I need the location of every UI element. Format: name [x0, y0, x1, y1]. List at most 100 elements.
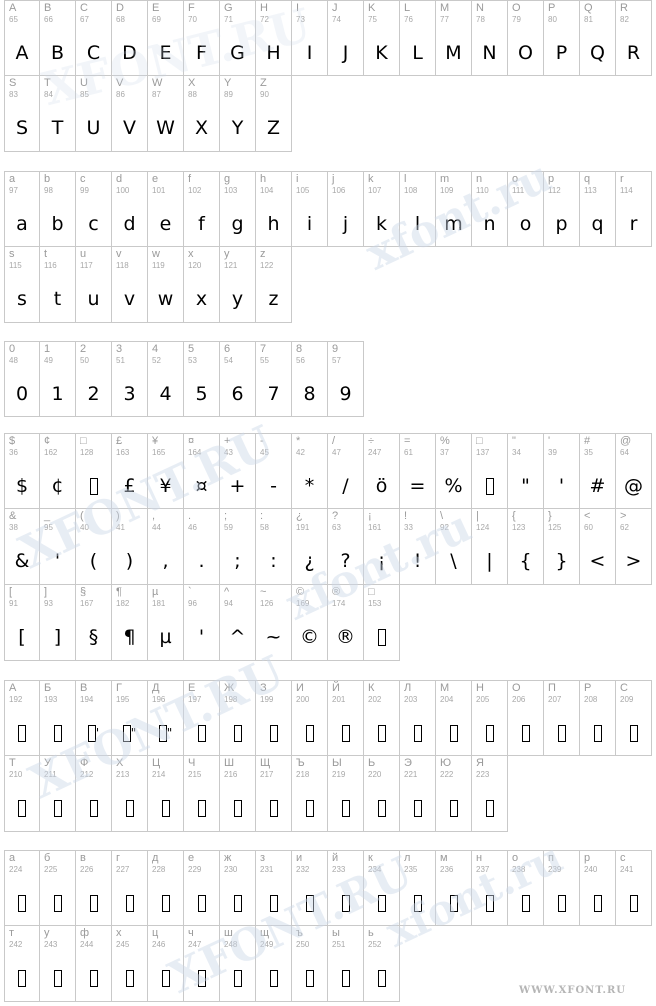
missing-glyph-box [485, 725, 494, 742]
character-label: ^ [224, 586, 230, 598]
glyph-sample [436, 891, 471, 915]
character-label: й [332, 852, 339, 864]
missing-glyph-box [521, 725, 530, 742]
glyph-cell: л 235 [400, 850, 436, 926]
character-label: a [9, 173, 16, 185]
glyph-cell: >62 > [616, 509, 652, 585]
glyph-sample: a [16, 213, 28, 235]
character-label: 9 [332, 343, 339, 355]
character-code: 74 [332, 15, 341, 24]
glyph-sample: µ [159, 626, 172, 648]
character-code: 115 [9, 261, 22, 270]
character-label: г [116, 852, 121, 864]
character-label: ф [80, 927, 90, 939]
glyph-sample: S [15, 117, 29, 139]
glyph-cell: к 234 [364, 850, 400, 926]
glyph-cell: а 224 [4, 850, 40, 926]
character-code: 60 [584, 523, 593, 532]
character-label: ~ [260, 586, 267, 598]
glyph-sample: B [50, 42, 65, 64]
character-label: н [476, 852, 483, 864]
character-code: 192 [9, 695, 23, 704]
character-label: H [260, 2, 268, 14]
character-label: у [44, 927, 50, 939]
character-code: 227 [116, 865, 130, 874]
glyph-cell: М 204 [436, 680, 472, 756]
character-label: > [620, 510, 627, 522]
character-label: y [224, 248, 230, 260]
glyph-sample: ¢ [51, 475, 64, 497]
missing-glyph-box [89, 478, 98, 495]
character-label: е [188, 852, 195, 864]
character-code: 249 [260, 940, 274, 949]
glyph-sample: > [625, 550, 642, 572]
glyph-cell: □ 137 [472, 433, 508, 509]
glyph-sample: G [230, 42, 245, 64]
glyph-sample [112, 966, 147, 990]
glyph-cell: 0 48 0 [4, 341, 40, 417]
glyph-sample [364, 796, 399, 820]
character-code: 169 [296, 599, 310, 608]
glyph-cell: i 105 i [292, 171, 328, 247]
character-code: 116 [44, 261, 57, 270]
character-code: 207 [548, 695, 562, 704]
character-code: 36 [9, 448, 18, 457]
missing-glyph-box [449, 800, 458, 817]
glyph-sample: 9 [339, 383, 352, 405]
character-code: 78 [476, 15, 485, 24]
character-code: 96 [188, 599, 197, 608]
character-code: 33 [404, 523, 413, 532]
glyph-cell: © 169 © [292, 585, 328, 661]
character-code: 205 [476, 695, 490, 704]
glyph-sample: ) [125, 550, 134, 572]
glyph-sample: p [555, 213, 568, 235]
character-label: + [224, 435, 231, 447]
glyph-cell: O 79 O [508, 0, 544, 76]
glyph-cell: V 86 V [112, 76, 148, 152]
missing-glyph-box [197, 725, 206, 742]
glyph-cell: ÷ 247 ö [364, 433, 400, 509]
glyph-sample [256, 966, 291, 990]
character-code: 114 [620, 186, 633, 195]
missing-glyph-box [161, 800, 170, 817]
glyph-sample [472, 891, 507, 915]
glyph-cell: h 104 h [256, 171, 292, 247]
character-label: . [188, 510, 192, 522]
character-code: 43 [224, 448, 233, 457]
glyph-sample [292, 891, 327, 915]
character-code: 193 [44, 695, 58, 704]
glyph-cell: @64 @ [616, 433, 652, 509]
missing-glyph-box [413, 725, 422, 742]
character-label: ® [332, 586, 341, 598]
character-label: L [404, 2, 411, 14]
glyph-cell: v 118 v [112, 247, 148, 323]
glyph-cell: □ 153 [364, 585, 400, 661]
glyph-sample [616, 721, 651, 745]
glyph-cell: х 245 [112, 926, 148, 1002]
character-label: Ъ [296, 757, 305, 769]
character-label: t [44, 248, 48, 260]
character-label: □ [476, 435, 483, 447]
character-label: p [548, 173, 555, 185]
glyph-sample: , [162, 550, 169, 572]
character-label: } [548, 510, 552, 522]
glyph-cell: K 75 K [364, 0, 400, 76]
character-code: 85 [80, 90, 89, 99]
glyph-cell: ` 96 ' [184, 585, 220, 661]
glyph-cell: К 202 [364, 680, 400, 756]
glyph-sample: A [15, 42, 29, 64]
character-code: 91 [9, 599, 18, 608]
character-code: 58 [260, 523, 269, 532]
missing-glyph-box [557, 725, 566, 742]
character-code: 109 [440, 186, 454, 195]
character-label: * [296, 435, 301, 447]
character-code: 213 [116, 770, 130, 779]
character-code: 222 [440, 770, 454, 779]
glyph-cell: z 122 z [256, 247, 292, 323]
character-label: V [116, 77, 124, 89]
character-label: , [152, 510, 156, 522]
glyph-sample [364, 721, 399, 745]
character-code: 61 [404, 448, 413, 457]
glyph-sample: § [88, 626, 99, 648]
glyph-sample [328, 796, 363, 820]
